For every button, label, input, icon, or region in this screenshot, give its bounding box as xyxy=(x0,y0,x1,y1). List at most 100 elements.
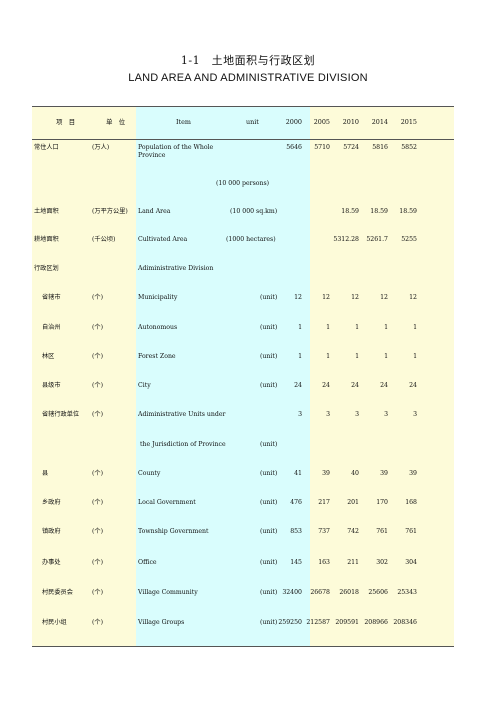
row-item-en: Forest Zone xyxy=(138,353,176,360)
header-year-2000: 2000 xyxy=(285,118,302,126)
row-value: 5724 xyxy=(343,144,359,151)
row-value: 39 xyxy=(322,470,330,477)
row-unit-cn: (万平方公里) xyxy=(92,208,128,215)
row-item-cn: 自治州 xyxy=(42,324,61,331)
row-item-cn: 林区 xyxy=(42,353,55,360)
row-item-en: Local Government xyxy=(138,499,196,506)
row-value: 3 xyxy=(298,411,302,418)
row-value: 12 xyxy=(322,294,330,301)
header-year-2005: 2005 xyxy=(313,118,330,126)
row-item-en: Population of the Whole xyxy=(138,144,214,151)
row-item-en: Village Groups xyxy=(138,619,185,626)
row-value: 1 xyxy=(355,324,359,331)
row-value: 853 xyxy=(290,528,302,535)
row-value: 39 xyxy=(380,470,388,477)
row-unit-en: (unit) xyxy=(260,441,278,448)
row-unit-cn: (个) xyxy=(92,353,104,360)
page-title-english: LAND AREA AND ADMINISTRATIVE DIVISION xyxy=(128,72,368,84)
row-unit-en: (unit) xyxy=(260,619,278,626)
row-value: 5261.7 xyxy=(366,236,388,243)
row-value: 24 xyxy=(351,382,359,389)
data-table: 项 目 单 位 Item unit 2000 2005 2010 2014 20… xyxy=(32,106,454,647)
row-value: 24 xyxy=(380,382,388,389)
row-item-cn: 办事处 xyxy=(42,559,61,566)
row-item-cn: 县 xyxy=(42,470,49,477)
row-value: 26018 xyxy=(339,589,359,596)
row-unit-cn: (个) xyxy=(92,589,104,596)
row-item-en: Township Government xyxy=(138,528,209,535)
row-value: 1 xyxy=(326,353,330,360)
row-value: 12 xyxy=(409,294,417,301)
row-unit-en: (unit) xyxy=(260,559,278,566)
header-year-2014: 2014 xyxy=(371,118,388,126)
row-unit-en: (10 000 sq.km) xyxy=(230,208,278,215)
row-unit-cn: (个) xyxy=(92,411,104,418)
row-item-cn: 县级市 xyxy=(42,382,61,389)
row-item-en: Land Area xyxy=(138,208,171,215)
row-value: 1 xyxy=(326,324,330,331)
row-value: 41 xyxy=(294,470,302,477)
row-value: 32400 xyxy=(282,589,302,596)
row-unit-en: (1000 hectares) xyxy=(226,236,276,243)
header-item-cn: 项 目 xyxy=(56,118,76,126)
row-item-en: Autonomous xyxy=(138,324,178,331)
row-item-cn: 村民委员会 xyxy=(42,589,73,596)
row-unit-cn: (个) xyxy=(92,324,104,331)
row-unit-cn: (个) xyxy=(92,528,104,535)
row-value: 761 xyxy=(376,528,388,535)
row-unit-en: (unit) xyxy=(260,589,278,596)
row-item-en: the Jurisdiction of Province xyxy=(140,441,226,448)
row-item-en: Office xyxy=(138,559,157,566)
row-value: 5852 xyxy=(401,144,417,151)
row-value: 737 xyxy=(318,528,330,535)
row-value: 18.59 xyxy=(370,208,388,215)
row-value: 1 xyxy=(413,353,417,360)
row-value: 170 xyxy=(376,499,388,506)
row-unit-en: (unit) xyxy=(260,294,278,301)
row-item-en: Adiministrative Division xyxy=(138,265,214,272)
row-unit-cn: (个) xyxy=(92,499,104,506)
row-value: 26678 xyxy=(310,589,330,596)
row-value: 3 xyxy=(384,411,388,418)
row-value: 18.59 xyxy=(399,208,417,215)
row-unit-cn: (个) xyxy=(92,619,104,626)
row-value: 40 xyxy=(351,470,359,477)
row-item-cn: 镇政府 xyxy=(42,528,61,535)
row-unit-en: (unit) xyxy=(260,470,278,477)
row-unit-en: (unit) xyxy=(260,499,278,506)
row-value: 3 xyxy=(326,411,330,418)
row-value: 302 xyxy=(376,559,388,566)
row-unit-cn: (个) xyxy=(92,470,104,477)
row-unit-cn: (万人) xyxy=(92,144,110,151)
row-value: 24 xyxy=(409,382,417,389)
row-value: 12 xyxy=(351,294,359,301)
row-unit-en: (10 000 persons) xyxy=(216,180,270,187)
row-value: 12 xyxy=(380,294,388,301)
header-unit-en: unit xyxy=(246,118,259,126)
row-value: 5710 xyxy=(314,144,330,151)
row-item-en: Adiministrative Units under xyxy=(138,411,226,418)
row-value: 1 xyxy=(384,353,388,360)
row-item-en: City xyxy=(138,382,151,389)
header-year-2015: 2015 xyxy=(400,118,417,126)
row-unit-cn: (千公顷) xyxy=(92,236,116,243)
row-value: 201 xyxy=(347,499,359,506)
row-item-cn: 村民小组 xyxy=(42,619,67,626)
row-item-cn: 行政区划 xyxy=(34,265,59,272)
row-unit-en: (unit) xyxy=(260,382,278,389)
row-value: 742 xyxy=(347,528,359,535)
row-unit-en: (unit) xyxy=(260,528,278,535)
row-value: 208966 xyxy=(364,619,388,626)
row-value: 18.59 xyxy=(341,208,359,215)
row-value: 12 xyxy=(294,294,302,301)
row-value: 1 xyxy=(355,353,359,360)
row-value: 25606 xyxy=(368,589,388,596)
row-value: 761 xyxy=(405,528,417,535)
row-value: 39 xyxy=(409,470,417,477)
row-value: 217 xyxy=(318,499,330,506)
row-value: 209591 xyxy=(335,619,359,626)
row-item-en: County xyxy=(138,470,161,477)
table-top-rule xyxy=(32,106,454,107)
row-item-cn: 乡政府 xyxy=(42,499,61,506)
row-value: 211 xyxy=(347,559,359,566)
